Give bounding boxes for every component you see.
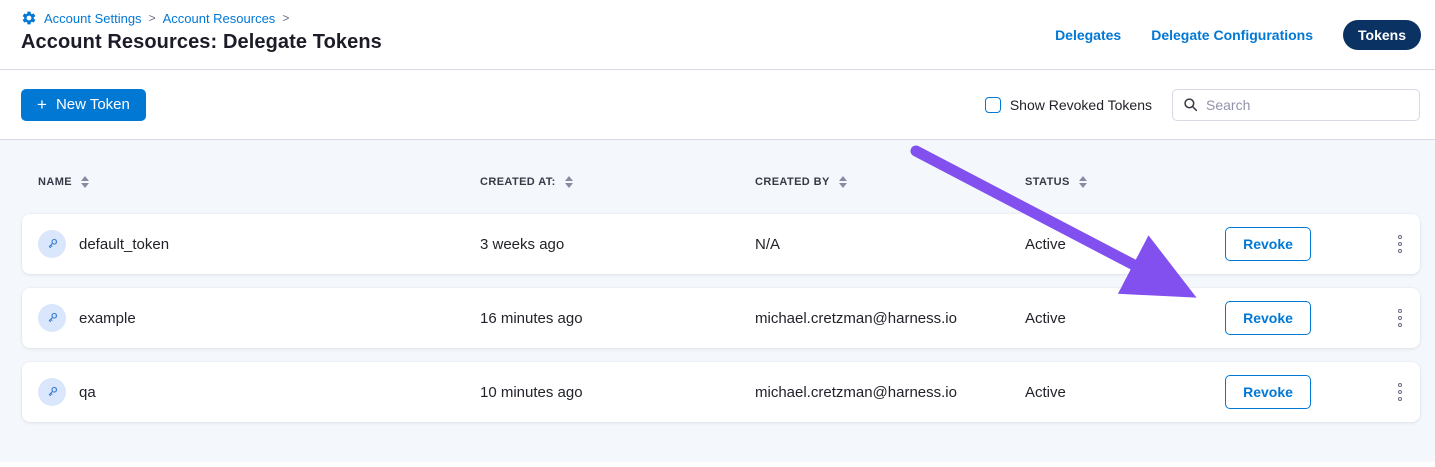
created-at-cell: 10 minutes ago	[480, 384, 755, 401]
token-name-cell: default_token	[38, 230, 480, 258]
checkbox-box[interactable]	[985, 97, 1001, 113]
toolbar: + New Token Show Revoked Tokens	[0, 70, 1435, 140]
nav-link-delegate-configurations[interactable]: Delegate Configurations	[1151, 27, 1313, 43]
table-row: qa 10 minutes ago michael.cretzman@harne…	[22, 362, 1420, 422]
table-row: default_token 3 weeks ago N/A Active Rev…	[22, 214, 1420, 274]
search-icon	[1183, 97, 1198, 112]
action-cell: Revoke	[1225, 301, 1404, 335]
table-header-row: NAME CREATED AT: CREATED BY STATUS	[22, 160, 1420, 204]
new-token-label: New Token	[56, 96, 130, 113]
token-name-cell: example	[38, 304, 480, 332]
more-options-icon[interactable]	[1396, 305, 1404, 331]
search-input[interactable]	[1206, 97, 1409, 113]
tokens-table: NAME CREATED AT: CREATED BY STATUS defau…	[0, 140, 1435, 462]
column-header-name[interactable]: NAME	[38, 176, 480, 188]
created-at-cell: 3 weeks ago	[480, 236, 755, 253]
sort-icon[interactable]	[565, 176, 573, 188]
column-label: CREATED AT:	[480, 176, 556, 188]
action-cell: Revoke	[1225, 227, 1404, 261]
search-box[interactable]	[1172, 89, 1420, 121]
breadcrumb-separator: >	[282, 11, 289, 25]
revoke-button[interactable]: Revoke	[1225, 227, 1311, 261]
token-name-cell: qa	[38, 378, 480, 406]
column-header-created-at[interactable]: CREATED AT:	[480, 176, 755, 188]
key-icon	[38, 304, 66, 332]
nav-pill-tokens[interactable]: Tokens	[1343, 20, 1421, 50]
action-cell: Revoke	[1225, 375, 1404, 409]
sort-icon[interactable]	[1079, 176, 1087, 188]
created-by-cell: michael.cretzman@harness.io	[755, 310, 1025, 327]
plus-icon: +	[37, 96, 47, 113]
token-name: default_token	[79, 236, 169, 253]
new-token-button[interactable]: + New Token	[21, 89, 146, 121]
revoke-button[interactable]: Revoke	[1225, 375, 1311, 409]
settings-gear-icon	[21, 10, 37, 26]
column-label: CREATED BY	[755, 176, 830, 188]
column-header-created-by[interactable]: CREATED BY	[755, 176, 1025, 188]
token-name: example	[79, 310, 136, 327]
token-name: qa	[79, 384, 96, 401]
created-by-cell: michael.cretzman@harness.io	[755, 384, 1025, 401]
sort-icon[interactable]	[81, 176, 89, 188]
table-row: example 16 minutes ago michael.cretzman@…	[22, 288, 1420, 348]
header-nav: Delegates Delegate Configurations Tokens	[1055, 20, 1421, 50]
status-cell: Active	[1025, 310, 1225, 327]
page-header: Account Settings > Account Resources > A…	[0, 0, 1435, 70]
key-icon	[38, 230, 66, 258]
more-options-icon[interactable]	[1396, 231, 1404, 257]
created-by-cell: N/A	[755, 236, 1025, 253]
revoke-button-row-example[interactable]: Revoke	[1225, 301, 1311, 335]
nav-link-delegates[interactable]: Delegates	[1055, 27, 1121, 43]
column-header-status[interactable]: STATUS	[1025, 176, 1225, 188]
column-label: STATUS	[1025, 176, 1070, 188]
created-at-cell: 16 minutes ago	[480, 310, 755, 327]
checkbox-label: Show Revoked Tokens	[1010, 97, 1152, 113]
breadcrumb-account-resources[interactable]: Account Resources	[163, 11, 276, 26]
sort-icon[interactable]	[839, 176, 847, 188]
breadcrumb-separator: >	[149, 11, 156, 25]
status-cell: Active	[1025, 384, 1225, 401]
breadcrumb-account-settings[interactable]: Account Settings	[44, 11, 142, 26]
key-icon	[38, 378, 66, 406]
toolbar-right: Show Revoked Tokens	[985, 89, 1420, 121]
show-revoked-tokens-checkbox[interactable]: Show Revoked Tokens	[985, 97, 1152, 113]
column-label: NAME	[38, 176, 72, 188]
more-options-icon[interactable]	[1396, 379, 1404, 405]
status-cell: Active	[1025, 236, 1225, 253]
